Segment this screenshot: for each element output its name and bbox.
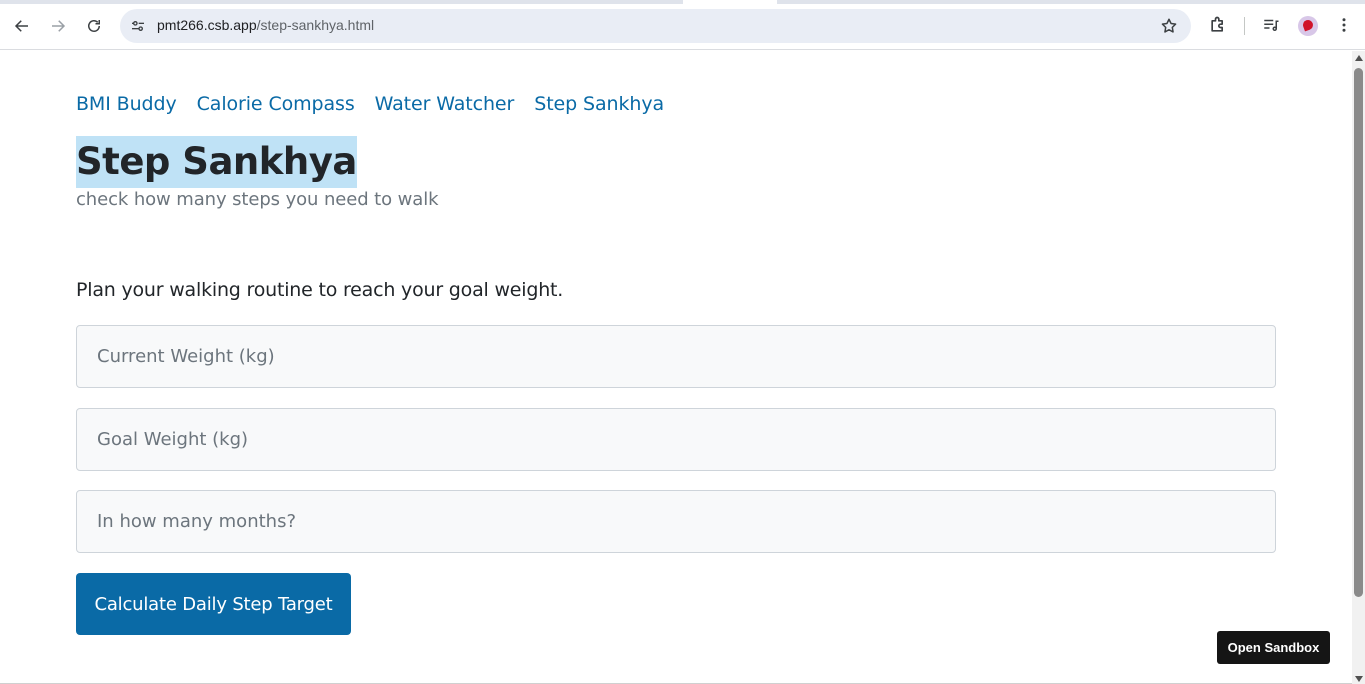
page-title: Step Sankhya bbox=[76, 136, 357, 188]
page-subtitle: check how many steps you need to walk bbox=[76, 189, 439, 210]
nav-link-water-watcher[interactable]: Water Watcher bbox=[375, 93, 515, 115]
scrollbar-thumb[interactable] bbox=[1354, 68, 1363, 597]
reload-icon[interactable] bbox=[81, 13, 107, 39]
browser-toolbar: pmt266.csb.app/step-sankhya.html bbox=[0, 0, 1365, 50]
nav-link-calorie-compass[interactable]: Calorie Compass bbox=[197, 93, 355, 115]
form-intro: Plan your walking routine to reach your … bbox=[76, 279, 564, 301]
tab-strip bbox=[0, 0, 1365, 4]
arrow-right-icon[interactable] bbox=[45, 13, 71, 39]
nav-link-bmi-buddy[interactable]: BMI Buddy bbox=[76, 93, 177, 115]
goal-weight-field[interactable] bbox=[76, 408, 1276, 471]
puzzle-icon[interactable] bbox=[1207, 14, 1229, 36]
page-content: BMI Buddy Calorie Compass Water Watcher … bbox=[0, 51, 1352, 684]
scroll-down-icon[interactable] bbox=[1355, 676, 1363, 682]
avatar[interactable] bbox=[1298, 16, 1318, 36]
months-field[interactable] bbox=[76, 490, 1276, 553]
calculate-step-target-button[interactable]: Calculate Daily Step Target bbox=[76, 573, 351, 635]
url-path: /step-sankhya.html bbox=[256, 17, 375, 33]
open-sandbox-button[interactable]: Open Sandbox bbox=[1217, 631, 1330, 664]
kebab-menu-icon[interactable] bbox=[1333, 14, 1355, 36]
star-icon[interactable] bbox=[1159, 16, 1179, 36]
scroll-up-icon[interactable] bbox=[1355, 55, 1363, 61]
arrow-left-icon[interactable] bbox=[9, 13, 35, 39]
address-bar[interactable]: pmt266.csb.app/step-sankhya.html bbox=[120, 9, 1191, 43]
top-nav: BMI Buddy Calorie Compass Water Watcher … bbox=[76, 93, 664, 115]
nav-link-step-sankhya[interactable]: Step Sankhya bbox=[534, 93, 664, 115]
active-tab-edge[interactable] bbox=[683, 0, 777, 4]
tune-icon[interactable] bbox=[128, 16, 148, 36]
toolbar-separator bbox=[1244, 17, 1245, 35]
url-host: pmt266.csb.app bbox=[157, 17, 257, 33]
current-weight-field[interactable] bbox=[76, 325, 1276, 388]
page-scrollbar[interactable] bbox=[1352, 51, 1365, 684]
url-text[interactable]: pmt266.csb.app/step-sankhya.html bbox=[157, 17, 374, 33]
media-queue-icon[interactable] bbox=[1260, 14, 1282, 36]
